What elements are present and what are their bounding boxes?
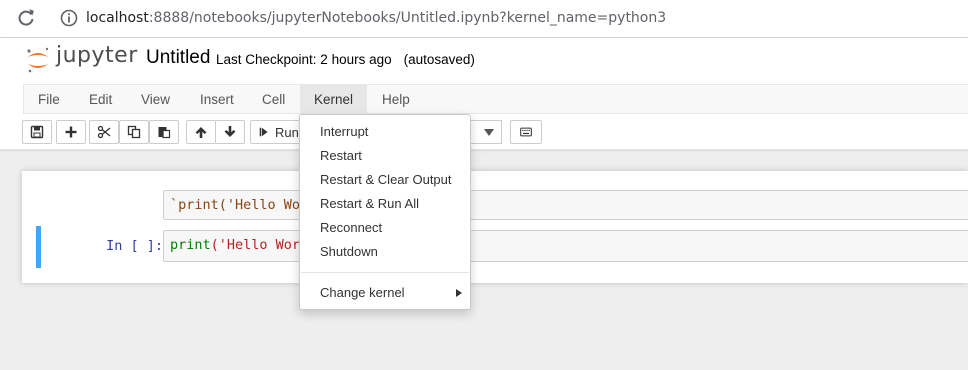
plus-icon: [65, 126, 77, 138]
paste-button[interactable]: [149, 120, 179, 144]
menu-cell[interactable]: Cell: [248, 85, 299, 114]
move-up-button[interactable]: [186, 120, 216, 144]
menu-file[interactable]: File: [24, 85, 74, 114]
menu-divider: [301, 272, 469, 273]
copy-icon: [127, 125, 141, 139]
cell-input[interactable]: print('Hello Wor: [163, 230, 968, 262]
menu-edit[interactable]: Edit: [75, 85, 126, 114]
checkpoint-status: Last Checkpoint: 2 hours ago (autosaved): [216, 52, 475, 67]
arrow-up-icon: [195, 127, 207, 138]
code-argument: ('Hello Wor: [210, 237, 301, 253]
command-palette-button[interactable]: [510, 120, 542, 144]
paste-icon: [158, 127, 171, 139]
code-cell[interactable]: `print('Hello Wo: [36, 184, 968, 222]
notebook-container: `print('Hello Wo In [ ]: print('Hello Wo…: [22, 171, 968, 283]
url-host: localhost: [86, 10, 149, 26]
menu-bar: File Edit View Insert Cell Kernel Help: [23, 84, 968, 114]
menu-item-shutdown[interactable]: Shutdown: [300, 241, 470, 263]
cell-type-select[interactable]: [470, 120, 502, 144]
copy-button[interactable]: [119, 120, 149, 144]
reload-icon[interactable]: [16, 8, 36, 28]
kernel-menu-dropdown: Interrupt Restart Restart & Clear Output…: [299, 114, 471, 310]
menu-help[interactable]: Help: [368, 85, 424, 114]
caret-down-icon: [484, 129, 494, 136]
run-label: Run: [275, 124, 299, 140]
info-icon[interactable]: [60, 9, 78, 27]
menu-item-change-kernel[interactable]: Change kernel: [300, 282, 470, 304]
jupyter-logo-icon[interactable]: [23, 45, 53, 75]
change-kernel-label: Change kernel: [320, 285, 405, 300]
autosave-status: (autosaved): [403, 52, 475, 67]
move-down-button[interactable]: [215, 120, 245, 144]
menu-kernel[interactable]: Kernel: [300, 85, 368, 114]
keyboard-icon: [520, 127, 532, 137]
notebook-title[interactable]: Untitled: [146, 47, 210, 69]
url-path: :8888/notebooks/jupyterNotebooks/Untitle…: [148, 10, 667, 26]
save-button[interactable]: [22, 120, 52, 144]
logo-text: jupyter: [56, 43, 138, 68]
checkpoint-text: Last Checkpoint: 2 hours ago: [216, 52, 392, 67]
code-function: print: [170, 237, 211, 253]
menu-item-restart-run-all[interactable]: Restart & Run All: [300, 193, 470, 215]
caret-right-icon: [456, 289, 462, 297]
cut-icon: [97, 125, 111, 139]
browser-address-bar: localhost:8888/notebooks/jupyterNotebook…: [0, 0, 968, 38]
menu-view[interactable]: View: [127, 85, 184, 114]
arrow-down-icon: [224, 126, 236, 137]
menu-item-reconnect[interactable]: Reconnect: [300, 217, 470, 239]
step-forward-icon: [259, 127, 268, 137]
menu-item-restart[interactable]: Restart: [300, 145, 470, 167]
menu-item-restart-clear-output[interactable]: Restart & Clear Output: [300, 169, 470, 191]
cell-code: `print('Hello Wo: [170, 197, 301, 213]
insert-cell-button[interactable]: [56, 120, 86, 144]
menu-item-interrupt[interactable]: Interrupt: [300, 121, 470, 143]
selected-code-cell[interactable]: In [ ]: print('Hello Wor: [36, 226, 968, 268]
cell-prompt: In [ ]:: [106, 238, 163, 254]
cut-button[interactable]: [89, 120, 119, 144]
url-field[interactable]: localhost:8888/notebooks/jupyterNotebook…: [86, 10, 666, 26]
menu-insert[interactable]: Insert: [186, 85, 248, 114]
save-icon: [30, 125, 44, 139]
notebook-header: jupyter Untitled Last Checkpoint: 2 hour…: [0, 38, 968, 150]
cell-input[interactable]: `print('Hello Wo: [163, 190, 968, 220]
